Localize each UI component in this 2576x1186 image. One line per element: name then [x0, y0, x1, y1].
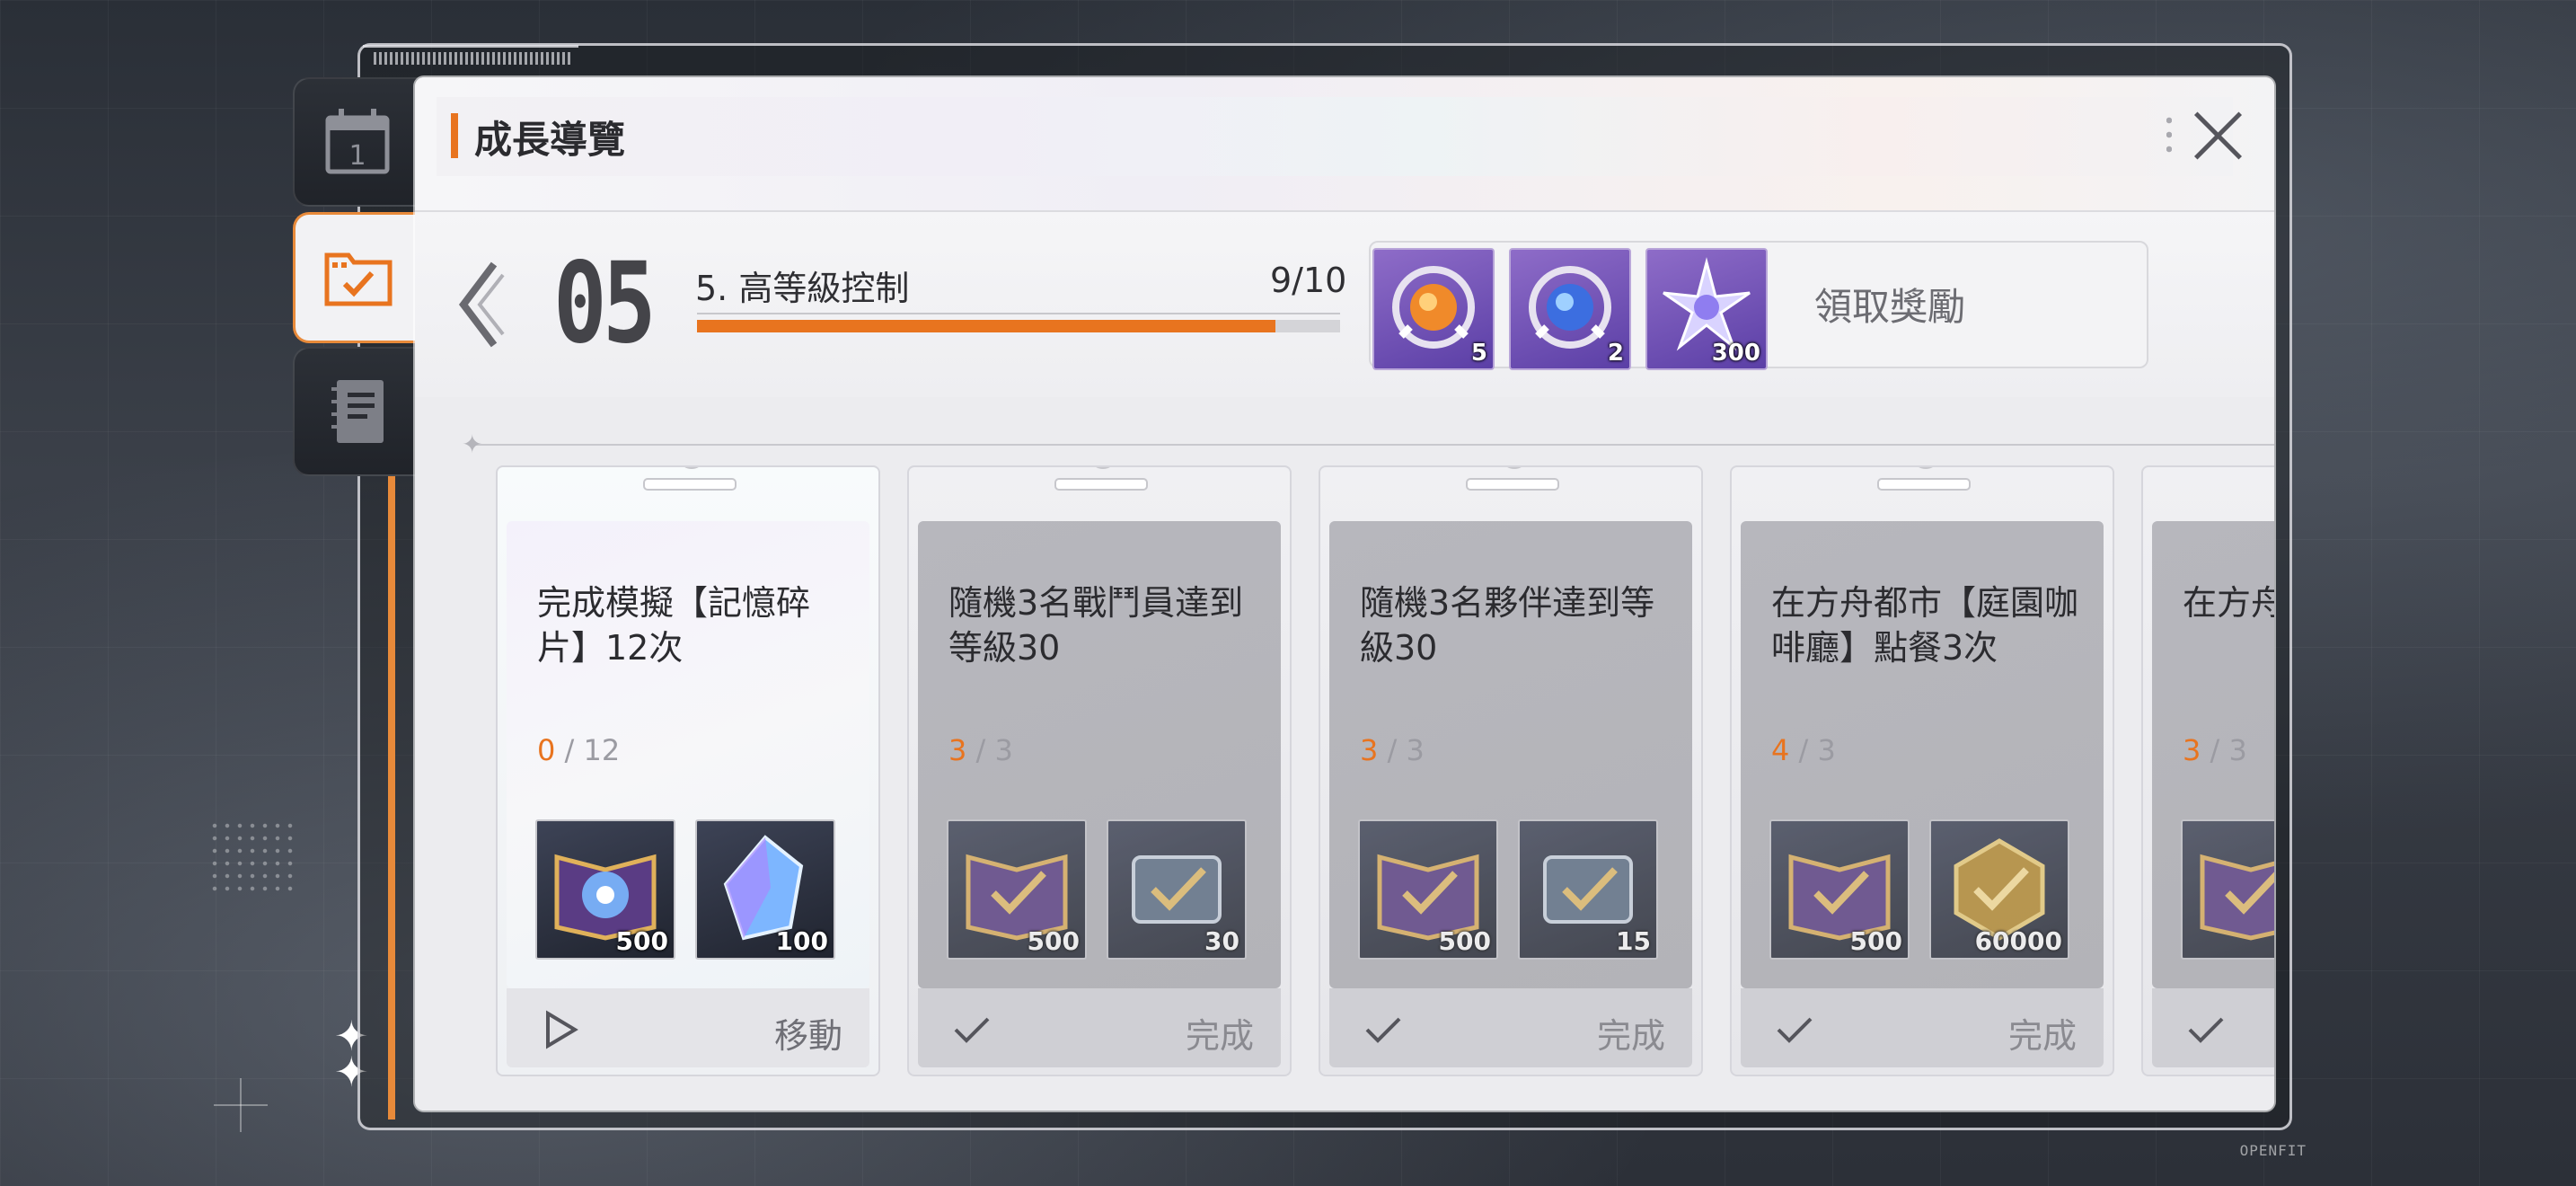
tab-checklist[interactable] — [293, 212, 421, 343]
stage-progress-fill — [697, 320, 1276, 332]
growth-guide-panel: 成長導覽 05 5. 高等級控制 9/10 5 2 300 領取獎勵 ✦ 完成模… — [415, 77, 2274, 1111]
blue-orb-icon — [1529, 266, 1611, 349]
stage-reward-item[interactable]: 5 — [1372, 248, 1495, 370]
mission-progress: 0 / 12 — [537, 733, 621, 767]
calendar-icon: 1 — [325, 109, 390, 174]
checkmark-icon — [1365, 1017, 1401, 1043]
tab-calendar[interactable]: 1 — [293, 77, 420, 207]
previous-stage-button[interactable] — [447, 255, 510, 354]
tab-notebook[interactable] — [293, 347, 420, 476]
svg-text:1: 1 — [348, 140, 366, 172]
checkmark-icon — [1777, 1017, 1813, 1043]
mission-progress: 3 / 3 — [1360, 733, 1425, 767]
mission-reward-item[interactable]: 100 — [695, 819, 835, 960]
mission-reward-item[interactable]: 500 — [535, 819, 675, 960]
mission-text: 隨機3名夥伴達到等級30 — [1360, 583, 1655, 668]
crosshair-decoration — [214, 1078, 268, 1132]
page-title: 成長導覽 — [474, 118, 626, 162]
play-icon — [546, 1010, 578, 1049]
card-rail — [469, 444, 2274, 446]
stage-name: 5. 高等級控制 — [695, 269, 910, 308]
completed-button[interactable]: 完成 — [1329, 988, 1692, 1067]
mission-reward-item[interactable]: 500 — [1358, 819, 1498, 960]
card-clip — [1054, 467, 1148, 491]
mission-card[interactable]: 在方舟都市【庭園咖啡廳】點餐3次 4 / 3 500 60000 完成 — [1730, 465, 2114, 1076]
mission-card[interactable]: 完成模擬【記憶碎片】12次 0 / 12 500 100 移動 — [496, 465, 880, 1076]
mission-reward-item[interactable]: 15 — [1518, 819, 1658, 960]
mission-text: 在方舟食堂】 — [2183, 583, 2274, 623]
mission-reward-item[interactable]: 30 — [1107, 819, 1247, 960]
claim-reward-button[interactable]: 領取獎勵 — [1814, 277, 1965, 332]
mission-progress: 3 / 3 — [2183, 733, 2247, 767]
mission-text: 隨機3名戰鬥員達到等級30 — [948, 583, 1244, 668]
mission-reward-item[interactable]: 500 — [947, 819, 1087, 960]
completed-button[interactable]: 完成 — [918, 988, 1281, 1067]
checkmark-icon — [2188, 1017, 2224, 1043]
mission-progress: 3 / 3 — [948, 733, 1013, 767]
mission-card[interactable]: 隨機3名夥伴達到等級30 3 / 3 500 15 完成 — [1319, 465, 1703, 1076]
footer-logo: OPENFIT — [2239, 1142, 2307, 1159]
frame-barcode — [374, 52, 571, 65]
glowing-book-icon — [2200, 854, 2274, 941]
checklist-icon — [324, 252, 393, 306]
stage-reward-item[interactable]: 2 — [1509, 248, 1631, 370]
title-accent — [451, 113, 458, 158]
card-clip — [643, 467, 737, 491]
mission-card[interactable]: 在方舟食堂】 3 / 3 5 完成 — [2141, 465, 2274, 1076]
completed-button[interactable]: 完成 — [2152, 988, 2274, 1067]
stage-reward-item[interactable]: 300 — [1645, 248, 1768, 370]
stage-reward-box: 5 2 300 — [1369, 241, 2148, 370]
stage-progress-row: 05 5. 高等級控制 9/10 5 2 300 領取獎勵 — [415, 210, 2274, 399]
mission-card[interactable]: 隨機3名戰鬥員達到等級30 3 / 3 500 30 完成 — [907, 465, 1292, 1076]
frame-accent-line — [388, 458, 395, 1120]
stage-progress-count: 9/10 — [1270, 261, 1347, 300]
card-clip — [1466, 467, 1559, 491]
mission-reward-item[interactable]: 500 — [1769, 819, 1910, 960]
mission-cards-area: ✦ 完成模擬【記憶碎片】12次 0 / 12 500 100 移動 隨機3名戰鬥… — [415, 397, 2274, 1111]
close-button[interactable] — [2190, 108, 2245, 164]
mission-reward-item[interactable]: 5 — [2181, 819, 2274, 960]
rail-star-icon: ✦ — [462, 429, 483, 459]
go-button[interactable]: 移動 — [507, 988, 869, 1067]
notebook-icon — [331, 380, 384, 443]
stage-number: 05 — [553, 239, 657, 368]
mission-progress: 4 / 3 — [1771, 733, 1836, 767]
decorative-dots — [208, 819, 298, 891]
orange-orb-icon — [1392, 266, 1475, 349]
panel-header: 成長導覽 — [415, 77, 2274, 210]
checkmark-icon — [954, 1017, 990, 1043]
more-options-icon[interactable] — [2166, 113, 2172, 155]
card-clip — [1877, 467, 1971, 491]
stage-progress-bar — [697, 320, 1340, 332]
mission-text: 在方舟都市【庭園咖啡廳】點餐3次 — [1771, 583, 2079, 668]
mission-reward-item[interactable]: 60000 — [1929, 819, 2069, 960]
mission-text: 完成模擬【記憶碎片】12次 — [537, 583, 811, 668]
completed-button[interactable]: 完成 — [1741, 988, 2104, 1067]
